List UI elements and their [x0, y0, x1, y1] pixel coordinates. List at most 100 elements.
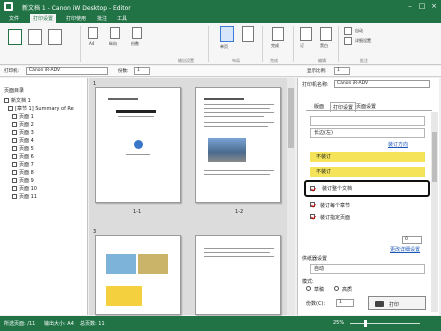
staple-label: 订: [300, 43, 304, 48]
radio-draft-label: 草稿: [314, 287, 325, 293]
print-icon[interactable]: [8, 29, 22, 45]
page-thumbnail-4[interactable]: [195, 235, 281, 315]
tree-page-label: 页面 1: [19, 114, 34, 120]
staple-per-chapter-option[interactable]: 装订每个章节: [310, 200, 425, 210]
text-line: [204, 248, 274, 249]
close-icon[interactable]: ×: [429, 1, 439, 11]
auto-button[interactable]: 自动: [355, 28, 363, 34]
staple-whole-doc-option[interactable]: 装订整个文档: [304, 180, 430, 197]
copies-label: 份数:: [118, 69, 129, 74]
preview-canvas: 1 1-1 1-2 3: [89, 78, 295, 315]
tree-page-item[interactable]: 页面 9: [12, 178, 34, 185]
copies-icon[interactable]: [132, 27, 142, 39]
tree-checkbox[interactable]: [12, 162, 17, 167]
printer-select[interactable]: Canon iR-ADV: [26, 67, 108, 75]
text-line: [118, 116, 154, 117]
tree-checkbox[interactable]: [12, 194, 17, 199]
doc-icon[interactable]: [48, 29, 62, 45]
tree-checkbox[interactable]: [8, 106, 13, 111]
tree-page-item[interactable]: 页面 10: [12, 186, 37, 193]
tree-page-item[interactable]: 页面 8: [12, 170, 34, 177]
scroll-thumb[interactable]: [432, 132, 437, 182]
checkbox-checked[interactable]: [310, 186, 315, 191]
tree-checkbox[interactable]: [12, 130, 17, 135]
layout-icon[interactable]: [220, 26, 234, 42]
tree-page-label: 页面 5: [19, 146, 34, 152]
staple-specified-option[interactable]: 装订指定页面: [310, 212, 425, 222]
tree-page-item[interactable]: 页面 7: [12, 162, 34, 169]
tree-checkbox[interactable]: [12, 146, 17, 151]
panel-scrollbar[interactable]: [431, 112, 438, 312]
page-photo: [208, 138, 246, 162]
panel-printer-select[interactable]: Canon iR-ADV: [334, 80, 430, 88]
zoom-input[interactable]: 1: [334, 67, 350, 75]
radio-high[interactable]: [334, 286, 339, 291]
staple-option-selected[interactable]: 不装订: [310, 167, 425, 177]
checkbox-checked[interactable]: [310, 214, 315, 219]
tree-checkbox[interactable]: [4, 98, 9, 103]
binding-direction-link[interactable]: 装订方向: [388, 141, 408, 148]
tree-checkbox[interactable]: [12, 170, 17, 175]
tab-underline: [306, 110, 432, 111]
tree-page-label: 页面 8: [19, 170, 34, 176]
separator: [338, 26, 339, 62]
binding-direction-dropdown[interactable]: 长边(左): [310, 128, 425, 138]
zoom-slider[interactable]: [350, 320, 420, 327]
print-button-label: 打印: [389, 302, 400, 308]
setting-dropdown-1[interactable]: [310, 116, 425, 126]
finishing-label: 完成: [271, 43, 279, 48]
finishing-icon[interactable]: [272, 27, 284, 41]
page-photo: [138, 254, 168, 274]
orientation-icon[interactable]: [110, 27, 120, 39]
tree-checkbox[interactable]: [12, 186, 17, 191]
maximize-icon[interactable]: □: [417, 1, 427, 11]
color-mode-icon[interactable]: [320, 27, 332, 41]
checkbox-checked[interactable]: [310, 202, 315, 207]
page-thumbnail-3[interactable]: [95, 235, 181, 315]
staple-option-header[interactable]: 不装订: [310, 152, 425, 162]
minimize-icon[interactable]: –: [405, 1, 415, 11]
tree-page-item[interactable]: 页面 6: [12, 154, 34, 161]
tree-page-item[interactable]: 页面 1: [12, 114, 34, 121]
page-thumbnail-2[interactable]: [195, 87, 281, 203]
print-button[interactable]: 打印: [368, 296, 426, 310]
tree-page-label: 页面 3: [19, 130, 34, 136]
tree-root[interactable]: 新文档 1: [4, 98, 31, 105]
tree-page-item[interactable]: 页面 5: [12, 146, 34, 153]
copies-panel-input[interactable]: 1: [336, 299, 354, 307]
tree-checkbox[interactable]: [12, 138, 17, 143]
radio-draft[interactable]: [306, 286, 311, 291]
change-details-link[interactable]: 更改详细设置: [390, 246, 420, 253]
staple-icon[interactable]: [300, 27, 312, 41]
tree-page-item[interactable]: 页面 2: [12, 122, 34, 129]
paper-source-dropdown[interactable]: 自动: [310, 264, 425, 274]
copy-icon[interactable]: [28, 29, 42, 45]
details-icon[interactable]: [344, 37, 352, 45]
tree-page-item[interactable]: 页面 4: [12, 138, 34, 145]
staple-count-spinner[interactable]: 0: [402, 236, 422, 244]
tree-binder[interactable]: [章节 1] Summary of Re: [8, 106, 74, 113]
paper-size-icon[interactable]: [88, 27, 98, 39]
tree-page-item[interactable]: 页面 3: [12, 130, 34, 137]
menu-file[interactable]: 文件: [9, 15, 19, 22]
tree-checkbox[interactable]: [12, 122, 17, 127]
tree-page-item[interactable]: 页面 11: [12, 194, 37, 201]
tree-checkbox[interactable]: [12, 178, 17, 183]
menu-print-settings[interactable]: 打印设置: [30, 14, 57, 23]
auto-icon[interactable]: [344, 27, 352, 35]
tree-checkbox[interactable]: [12, 114, 17, 119]
canvas-scrollbar[interactable]: [287, 78, 295, 315]
details-button[interactable]: 详细设置: [355, 38, 371, 44]
page-tree: 页面目录 新文档 1 [章节 1] Summary of Re 页面 1 页面 2…: [0, 78, 88, 315]
zoom-label: 显示比例:: [307, 69, 327, 74]
print-mode-label: 模式:: [302, 279, 314, 285]
zoom-slider-handle[interactable]: [364, 320, 367, 327]
copies-input[interactable]: 1: [134, 67, 150, 75]
menu-tools[interactable]: 工具: [117, 15, 127, 22]
scroll-thumb[interactable]: [288, 88, 294, 148]
menu-edit[interactable]: 批注: [97, 15, 107, 22]
menu-print-usage[interactable]: 打印使用: [66, 15, 86, 22]
pages-per-sheet-icon[interactable]: [242, 26, 254, 42]
page-thumbnail-1[interactable]: [95, 87, 181, 203]
tree-checkbox[interactable]: [12, 154, 17, 159]
